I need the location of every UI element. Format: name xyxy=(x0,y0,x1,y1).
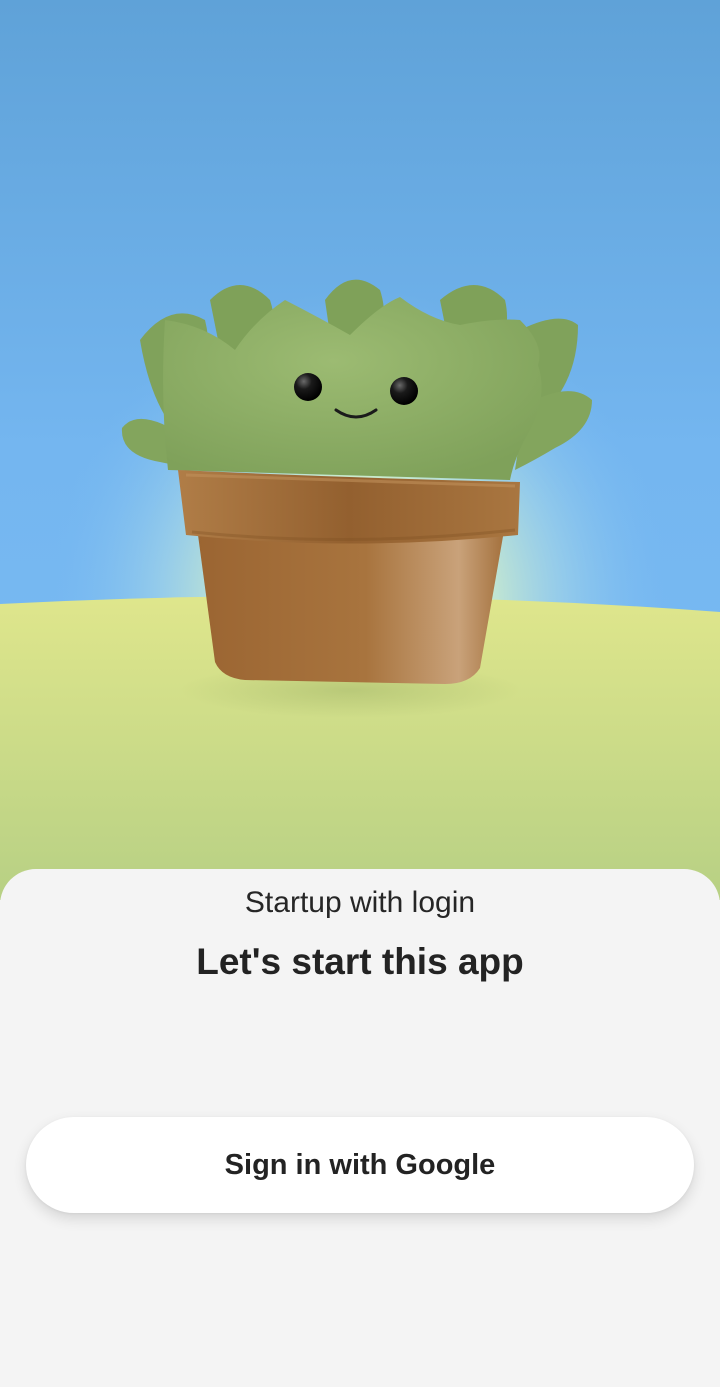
flower-pot xyxy=(178,470,520,684)
onboarding-screen: Startup with login Let's start this app … xyxy=(0,0,720,1387)
bottom-sheet: Startup with login Let's start this app … xyxy=(0,869,720,1387)
sign-in-google-button[interactable]: Sign in with Google xyxy=(26,1117,694,1213)
hero-illustration xyxy=(0,0,720,900)
right-eye xyxy=(390,377,418,405)
page-title: Let's start this app xyxy=(196,941,524,982)
subtitle-text: Startup with login xyxy=(244,886,476,919)
left-eye xyxy=(294,373,322,401)
